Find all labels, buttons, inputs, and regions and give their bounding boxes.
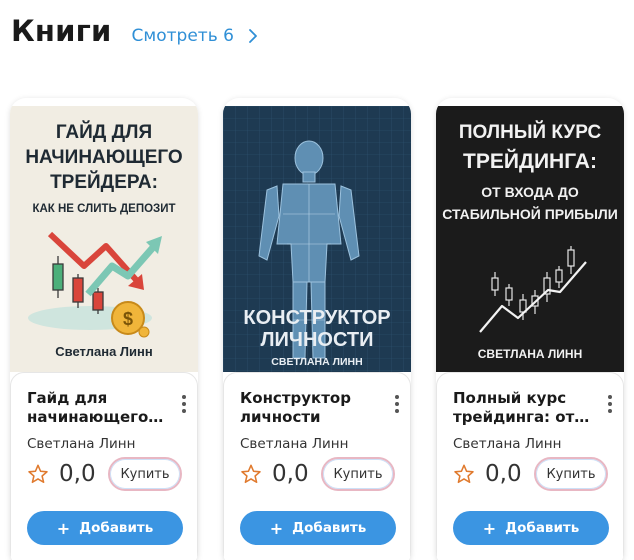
cover-title-line: ПОЛНЫЙ КУРС	[459, 121, 602, 143]
cover-author: Светлана Линн	[55, 344, 152, 359]
rating-value: 0,0	[59, 461, 96, 487]
cover-title-line: ТРЕЙДИНГА:	[463, 149, 597, 173]
cover-title-line: ГАЙД ДЛЯ	[56, 121, 152, 143]
chevron-right-icon	[249, 29, 257, 43]
rating: 0,0	[453, 461, 522, 487]
cover-subtitle-line: СТАБИЛЬНОЙ ПРИБЫЛИ	[442, 205, 618, 222]
see-all-label: Смотреть 6	[131, 26, 234, 46]
book-info: Гайд для начинающего… Светлана Линн 0,0 …	[10, 372, 198, 560]
rating: 0,0	[240, 461, 309, 487]
buy-button[interactable]: Купить	[534, 457, 608, 491]
cover-title-line: ТРЕЙДЕРА:	[50, 171, 158, 193]
star-outline-icon	[454, 464, 474, 484]
plus-icon: +	[482, 518, 497, 538]
more-vertical-icon[interactable]	[607, 395, 613, 415]
rating-value: 0,0	[272, 461, 309, 487]
see-all-link[interactable]: Смотреть 6	[132, 26, 258, 46]
book-cover[interactable]: ГАЙД ДЛЯ НАЧИНАЮЩЕГО ТРЕЙДЕРА: КАК НЕ СЛ…	[10, 106, 198, 372]
add-button[interactable]: + Добавить	[453, 511, 609, 545]
more-vertical-icon[interactable]	[181, 395, 187, 415]
book-title[interactable]: Полный курс трейдинга: от…	[453, 389, 593, 427]
add-button[interactable]: + Добавить	[27, 511, 183, 545]
cover-title-line: НАЧИНАЮЩЕГО	[25, 147, 182, 168]
book-cover[interactable]: КОНСТРУКТОР ЛИЧНОСТИ СВЕТЛАНА ЛИНН	[223, 106, 411, 372]
cover-subtitle-line: ОТ ВХОДА ДО	[481, 184, 579, 200]
plus-icon: +	[56, 518, 71, 538]
book-cover[interactable]: ПОЛНЫЙ КУРС ТРЕЙДИНГА: ОТ ВХОДА ДО СТАБИ…	[436, 106, 624, 372]
section-title: Книги	[11, 14, 112, 48]
add-button-label: Добавить	[79, 520, 154, 536]
book-info: Конструктор личности Светлана Линн 0,0 К…	[223, 372, 411, 560]
book-title[interactable]: Гайд для начинающего…	[27, 389, 167, 427]
cover-title-line: ЛИЧНОСТИ	[261, 329, 374, 351]
buy-button[interactable]: Купить	[321, 457, 395, 491]
section-header: Книги Смотреть 6	[11, 14, 258, 48]
rating: 0,0	[27, 461, 96, 487]
add-button[interactable]: + Добавить	[240, 511, 396, 545]
cover-title-line: КОНСТРУКТОР	[243, 307, 390, 329]
book-title[interactable]: Конструктор личности	[240, 389, 380, 427]
rating-value: 0,0	[485, 461, 522, 487]
add-button-label: Добавить	[292, 520, 367, 536]
plus-icon: +	[269, 518, 284, 538]
svg-text:$: $	[123, 309, 133, 329]
star-outline-icon	[28, 464, 48, 484]
cover-author: СВЕТЛАНА ЛИНН	[478, 347, 583, 361]
more-vertical-icon[interactable]	[394, 395, 400, 415]
book-card[interactable]: КОНСТРУКТОР ЛИЧНОСТИ СВЕТЛАНА ЛИНН Конст…	[223, 98, 411, 560]
buy-button[interactable]: Купить	[108, 457, 182, 491]
cover-author: СВЕТЛАНА ЛИНН	[271, 356, 362, 368]
book-author[interactable]: Светлана Линн	[240, 436, 348, 452]
book-card[interactable]: ПОЛНЫЙ КУРС ТРЕЙДИНГА: ОТ ВХОДА ДО СТАБИ…	[436, 98, 624, 560]
cover-subtitle: КАК НЕ СЛИТЬ ДЕПОЗИТ	[32, 203, 175, 215]
star-outline-icon	[241, 464, 261, 484]
book-author[interactable]: Светлана Линн	[453, 436, 561, 452]
book-author[interactable]: Светлана Линн	[27, 436, 135, 452]
book-card[interactable]: ГАЙД ДЛЯ НАЧИНАЮЩЕГО ТРЕЙДЕРА: КАК НЕ СЛ…	[10, 98, 198, 560]
add-button-label: Добавить	[505, 520, 580, 536]
book-info: Полный курс трейдинга: от… Светлана Линн…	[436, 372, 624, 560]
